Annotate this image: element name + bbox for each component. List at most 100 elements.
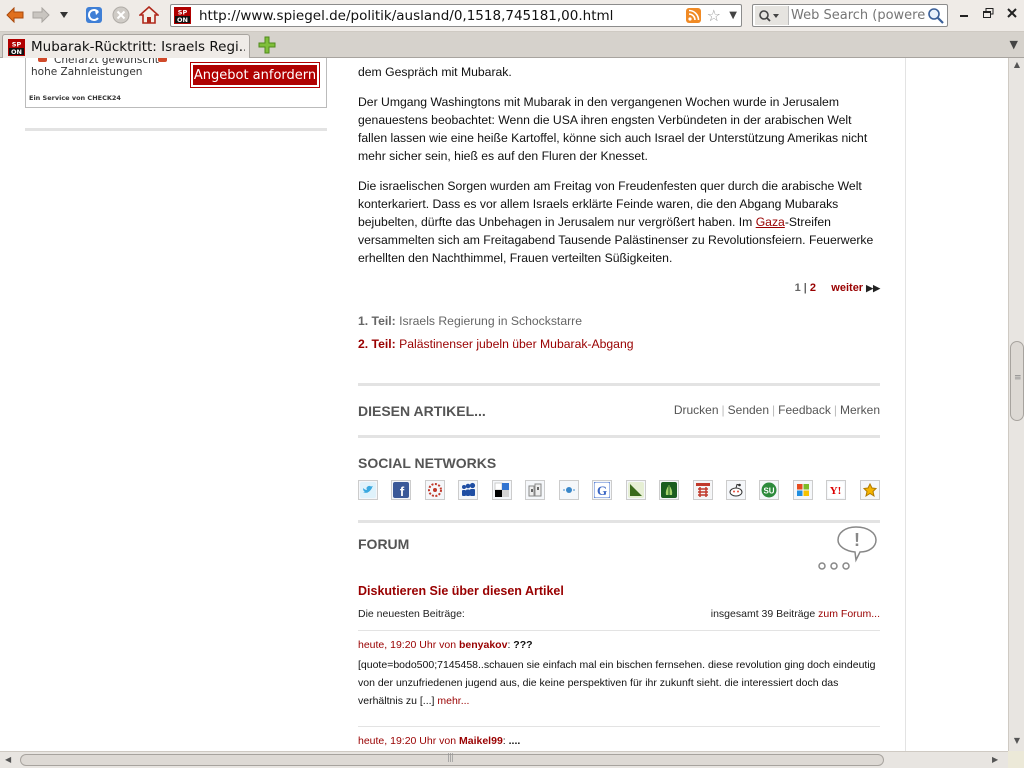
linkarena-icon[interactable] [424,480,445,500]
google-icon[interactable]: G [592,480,613,500]
posts-count: insgesamt 39 Beiträge [710,608,816,620]
vertical-scrollbar[interactable]: ▲ ▼ [1008,58,1024,751]
part-2-link[interactable]: 2. Teil: Palästinenser jubeln über Mubar… [358,337,634,351]
print-link[interactable]: Drucken [674,403,719,417]
part-1-link[interactable]: 1. Teil: Israels Regierung in Schockstar… [358,314,582,328]
bookmark-star-icon[interactable]: ☆ [707,6,721,25]
new-tab-button[interactable] [258,36,276,54]
article-paragraph-0: dem Gespräch mit Mubarak. [358,65,512,79]
post-title[interactable]: .... [509,735,521,747]
vertical-scroll-thumb[interactable] [1010,341,1024,421]
svg-text:G: G [597,483,607,498]
window-controls [952,0,1024,30]
search-go-icon[interactable] [927,7,945,25]
next-page-link[interactable]: weiter [831,282,863,294]
navigation-toolbar: SP ON http://www.spiegel.de/politik/ausla… [0,0,1024,32]
post-2-meta: heute, 19:20 Uhr von Maikel99: .... [358,735,520,747]
folkd-icon[interactable] [692,480,713,500]
facebook-icon[interactable]: f [391,480,412,500]
svg-text:!: ! [854,530,860,550]
part-label: 2. Teil: [358,337,396,351]
svg-text:SU: SU [764,487,775,496]
section-divider [358,520,880,523]
to-forum-link[interactable]: zum Forum... [818,608,880,620]
back-button[interactable] [3,4,27,26]
favoriten-icon[interactable] [859,480,880,500]
page-2-link[interactable]: 2 [810,282,816,294]
pipe-divider: | [833,403,837,417]
angebot-anfordern-button[interactable]: Angebot anfordern [190,62,320,88]
search-engine-selector[interactable] [755,6,789,25]
post-more-link[interactable]: mehr... [437,695,469,707]
post-author-link[interactable]: benyakov [459,639,507,651]
pager-separator: | [803,282,807,294]
article-actions-title: DIESEN ARTIKEL... [358,403,486,419]
minimize-button[interactable] [952,2,976,24]
post-divider [358,726,880,727]
close-window-button[interactable] [1000,2,1024,24]
scroll-up-arrow-icon[interactable]: ▲ [1011,60,1023,72]
webnews-icon[interactable] [659,480,680,500]
feedback-link[interactable]: Feedback [778,403,831,417]
forward-button[interactable] [29,4,53,26]
myspace-icon[interactable] [458,480,479,500]
post-text: [quote=bodo500;7145458..schauen sie einf… [358,659,876,707]
posts-total: insgesamt 39 Beiträge zum Forum... [640,608,880,620]
web-search-box[interactable] [752,4,948,27]
reload-icon [86,7,102,23]
newest-posts-label: Die neuesten Beiträge: [358,608,465,620]
restore-button[interactable] [976,2,1000,24]
section-divider [358,383,880,386]
forum-title: FORUM [358,536,410,552]
part-title: Israels Regierung in Schockstarre [399,314,582,328]
magnifier-icon [759,9,779,22]
scroll-right-arrow-icon[interactable]: ▶ [992,755,998,764]
gaza-link[interactable]: Gaza [756,215,785,229]
scroll-down-arrow-icon[interactable]: ▼ [1011,736,1023,748]
post-1-meta: heute, 19:20 Uhr von benyakov: ??? [358,639,533,651]
check24-ad[interactable]: Chefarzt gewünscht hohe Zahnleistungen A… [25,58,327,108]
scroll-left-arrow-icon[interactable]: ◀ [5,755,11,764]
svg-text:Y!: Y! [830,485,842,497]
svg-text:f: f [400,484,405,498]
stumbleupon-icon[interactable]: SU [759,480,780,500]
horizontal-scroll-thumb[interactable] [20,753,884,766]
home-button[interactable] [137,4,161,26]
bullet-icon [38,58,47,62]
home-icon [139,6,159,24]
social-networks-title: SOCIAL NETWORKS [358,455,497,471]
stop-icon [112,6,130,24]
post-divider [358,630,880,631]
reddit-icon[interactable] [725,480,746,500]
svg-text:ON: ON [177,16,188,24]
yahoo-icon[interactable]: Y! [826,480,847,500]
send-link[interactable]: Senden [728,403,769,417]
tab-mubarak-article[interactable]: SP ON Mubarak-Rücktritt: Israels Regi... [2,34,250,58]
twitter-icon[interactable] [358,480,378,500]
page-1-link[interactable]: 1 [795,282,801,294]
yigg-icon[interactable] [625,480,646,500]
spiegel-online-favicon: SPON [8,39,25,56]
delicious-icon[interactable] [491,480,512,500]
tab-list-dropdown-icon[interactable]: ▼ [1010,38,1018,51]
horizontal-scrollbar[interactable]: ◀ ▶ [0,751,1008,768]
bookmark-link[interactable]: Merken [840,403,880,417]
url-text[interactable]: http://www.spiegel.de/politik/ausland/0,… [199,8,613,24]
post-author-link[interactable]: Maikel99 [459,735,503,747]
reload-button[interactable] [82,4,106,26]
post-title[interactable]: ??? [513,639,532,651]
forward-arrow-icon [32,7,50,23]
url-dropdown-icon[interactable]: ▼ [729,10,737,21]
mrwong-icon[interactable] [558,480,579,500]
windows-live-icon[interactable] [792,480,813,500]
digg-icon[interactable] [525,480,546,500]
rss-feed-icon[interactable] [686,8,701,23]
post-time: heute, 19:20 Uhr von [358,639,457,651]
stop-button[interactable] [109,4,133,26]
history-dropdown-button[interactable] [56,4,72,26]
discuss-article-link[interactable]: Diskutieren Sie über diesen Artikel [358,584,564,598]
right-column-divider [905,58,906,751]
address-bar[interactable]: SP ON http://www.spiegel.de/politik/ausla… [170,4,742,27]
tab-bar: SP ON Mubarak-Rücktritt: Israels Regi... … [0,32,1024,58]
search-input[interactable] [791,7,925,24]
